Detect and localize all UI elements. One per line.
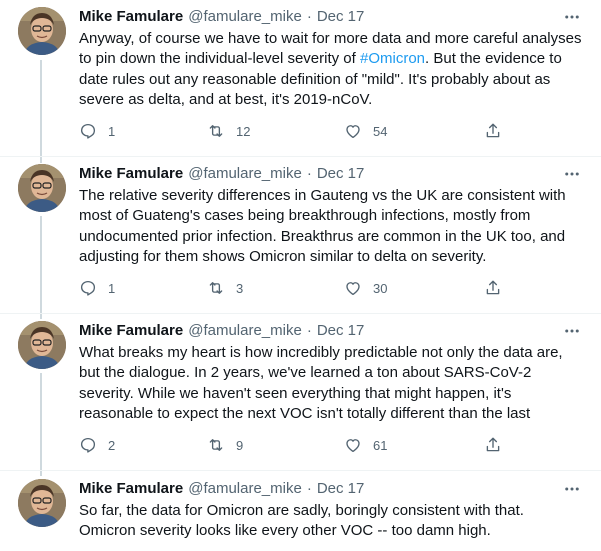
tweet[interactable]: Mike Famulare @famulare_mike · Dec 17 Wh… bbox=[0, 321, 601, 471]
reply-button[interactable]: 1 bbox=[79, 278, 115, 298]
more-horizontal-icon bbox=[565, 172, 579, 176]
more-horizontal-icon bbox=[565, 329, 579, 333]
heart-icon bbox=[346, 282, 360, 296]
author-name[interactable]: Mike Famulare bbox=[79, 479, 183, 499]
author-handle[interactable]: @famulare_mike bbox=[188, 479, 302, 499]
text-line: What breaks my heart is how incredibly p… bbox=[79, 344, 563, 361]
more-options-button[interactable] bbox=[561, 7, 583, 27]
hashtag-link[interactable]: #Omicron bbox=[360, 50, 425, 67]
text-segment: to pin down the individual-level severit… bbox=[79, 50, 360, 68]
reply-icon bbox=[80, 280, 96, 296]
like-button[interactable]: 54 bbox=[344, 121, 387, 141]
like-count: 54 bbox=[373, 123, 388, 139]
reply-button[interactable]: 1 bbox=[79, 121, 115, 141]
reply-count: 2 bbox=[108, 437, 116, 453]
retweet-icon bbox=[209, 282, 223, 294]
reply-icon bbox=[80, 123, 96, 139]
text-line: undocumented prior infection. Breakthrus… bbox=[79, 227, 566, 245]
tweet-text: The relative severity differences in Gau… bbox=[79, 186, 593, 267]
tweet-header: Mike Famulare @famulare_mike · Dec 17 bbox=[79, 321, 593, 341]
text-line: The relative severity differences in Gau… bbox=[79, 187, 566, 204]
author-handle[interactable]: @famulare_mike bbox=[188, 321, 302, 341]
retweet-count: 3 bbox=[236, 280, 244, 296]
tweet[interactable]: Mike Famulare @famulare_mike · Dec 17 Th… bbox=[0, 164, 601, 314]
tweet-actions: 1 12 54 bbox=[79, 121, 509, 141]
author-name[interactable]: Mike Famulare bbox=[79, 7, 183, 27]
like-count: 61 bbox=[373, 437, 388, 453]
avatar[interactable] bbox=[18, 321, 66, 369]
separator: · bbox=[306, 8, 312, 25]
tweet-header: Mike Famulare @famulare_mike · Dec 17 bbox=[79, 479, 593, 499]
share-icon bbox=[486, 123, 500, 138]
more-horizontal-icon bbox=[565, 487, 579, 491]
tweet[interactable]: Mike Famulare @famulare_mike · Dec 17 An… bbox=[0, 7, 601, 157]
share-icon bbox=[486, 437, 500, 452]
tweet-text: What breaks my heart is how incredibly p… bbox=[79, 343, 593, 424]
text-line: to pin down the individual-level severit… bbox=[79, 49, 593, 69]
reply-icon bbox=[80, 437, 96, 453]
retweet-button[interactable]: 3 bbox=[207, 278, 243, 298]
retweet-icon bbox=[209, 439, 223, 451]
retweet-icon bbox=[209, 125, 223, 137]
text-segment: . But the evidence to bbox=[425, 50, 562, 68]
more-options-button[interactable] bbox=[561, 164, 583, 184]
share-button[interactable] bbox=[484, 121, 502, 141]
text-line: adjusting for them shows Omicron similar… bbox=[79, 247, 487, 265]
tweet-date[interactable]: Dec 17 bbox=[317, 479, 365, 499]
avatar[interactable] bbox=[18, 164, 66, 212]
separator: · bbox=[306, 480, 312, 497]
reply-count: 1 bbox=[108, 123, 116, 139]
heart-icon bbox=[346, 439, 360, 453]
share-icon bbox=[486, 280, 500, 295]
author-name[interactable]: Mike Famulare bbox=[79, 321, 183, 341]
tweet-text: So far, the data for Omicron are sadly, … bbox=[79, 501, 593, 542]
tweet-header: Mike Famulare @famulare_mike · Dec 17 bbox=[79, 164, 593, 184]
retweet-count: 12 bbox=[236, 123, 251, 139]
tweet-text: Anyway, of course we have to wait for mo… bbox=[79, 29, 593, 110]
reply-count: 1 bbox=[108, 280, 116, 296]
tweet-date[interactable]: Dec 17 bbox=[317, 321, 365, 341]
separator: · bbox=[306, 322, 312, 339]
text-line: but the dialogue. In 2 years, we've lear… bbox=[79, 364, 532, 382]
more-horizontal-icon bbox=[565, 15, 579, 19]
avatar[interactable] bbox=[18, 479, 66, 527]
retweet-count: 9 bbox=[236, 437, 244, 453]
share-button[interactable] bbox=[484, 278, 502, 298]
avatar[interactable] bbox=[18, 7, 66, 55]
text-line: severity. While we haven't seen everythi… bbox=[79, 384, 512, 402]
text-line: date rules out any reasonable definition… bbox=[79, 70, 551, 88]
heart-icon bbox=[346, 125, 360, 139]
reply-button[interactable]: 2 bbox=[79, 435, 115, 455]
tweet-date[interactable]: Dec 17 bbox=[317, 164, 365, 184]
text-line: severe as delta, and at best, it's 2019-… bbox=[79, 90, 373, 108]
share-button[interactable] bbox=[484, 435, 502, 455]
like-count: 30 bbox=[373, 280, 388, 296]
separator: · bbox=[306, 165, 312, 182]
tweet-date[interactable]: Dec 17 bbox=[317, 7, 365, 27]
more-options-button[interactable] bbox=[561, 479, 583, 499]
author-handle[interactable]: @famulare_mike bbox=[188, 164, 302, 184]
tweet-actions: 2 9 61 bbox=[79, 435, 509, 455]
author-name[interactable]: Mike Famulare bbox=[79, 164, 183, 184]
tweet-header: Mike Famulare @famulare_mike · Dec 17 bbox=[79, 7, 593, 27]
like-button[interactable]: 61 bbox=[344, 435, 387, 455]
tweet-actions: 1 3 30 bbox=[79, 278, 509, 298]
tweet[interactable]: Mike Famulare @famulare_mike · Dec 17 So… bbox=[0, 479, 601, 551]
text-line: Anyway, of course we have to wait for mo… bbox=[79, 30, 582, 47]
more-options-button[interactable] bbox=[561, 321, 583, 341]
text-line: So far, the data for Omicron are sadly, … bbox=[79, 502, 524, 519]
text-line: reasonable to expect the next VOC isn't … bbox=[79, 404, 531, 422]
like-button[interactable]: 30 bbox=[344, 278, 387, 298]
retweet-button[interactable]: 12 bbox=[207, 121, 250, 141]
retweet-button[interactable]: 9 bbox=[207, 435, 243, 455]
author-handle[interactable]: @famulare_mike bbox=[188, 7, 302, 27]
text-line: most of Guateng's cases being breakthrou… bbox=[79, 207, 531, 225]
text-line: Omicron severity looks like every other … bbox=[79, 522, 491, 540]
